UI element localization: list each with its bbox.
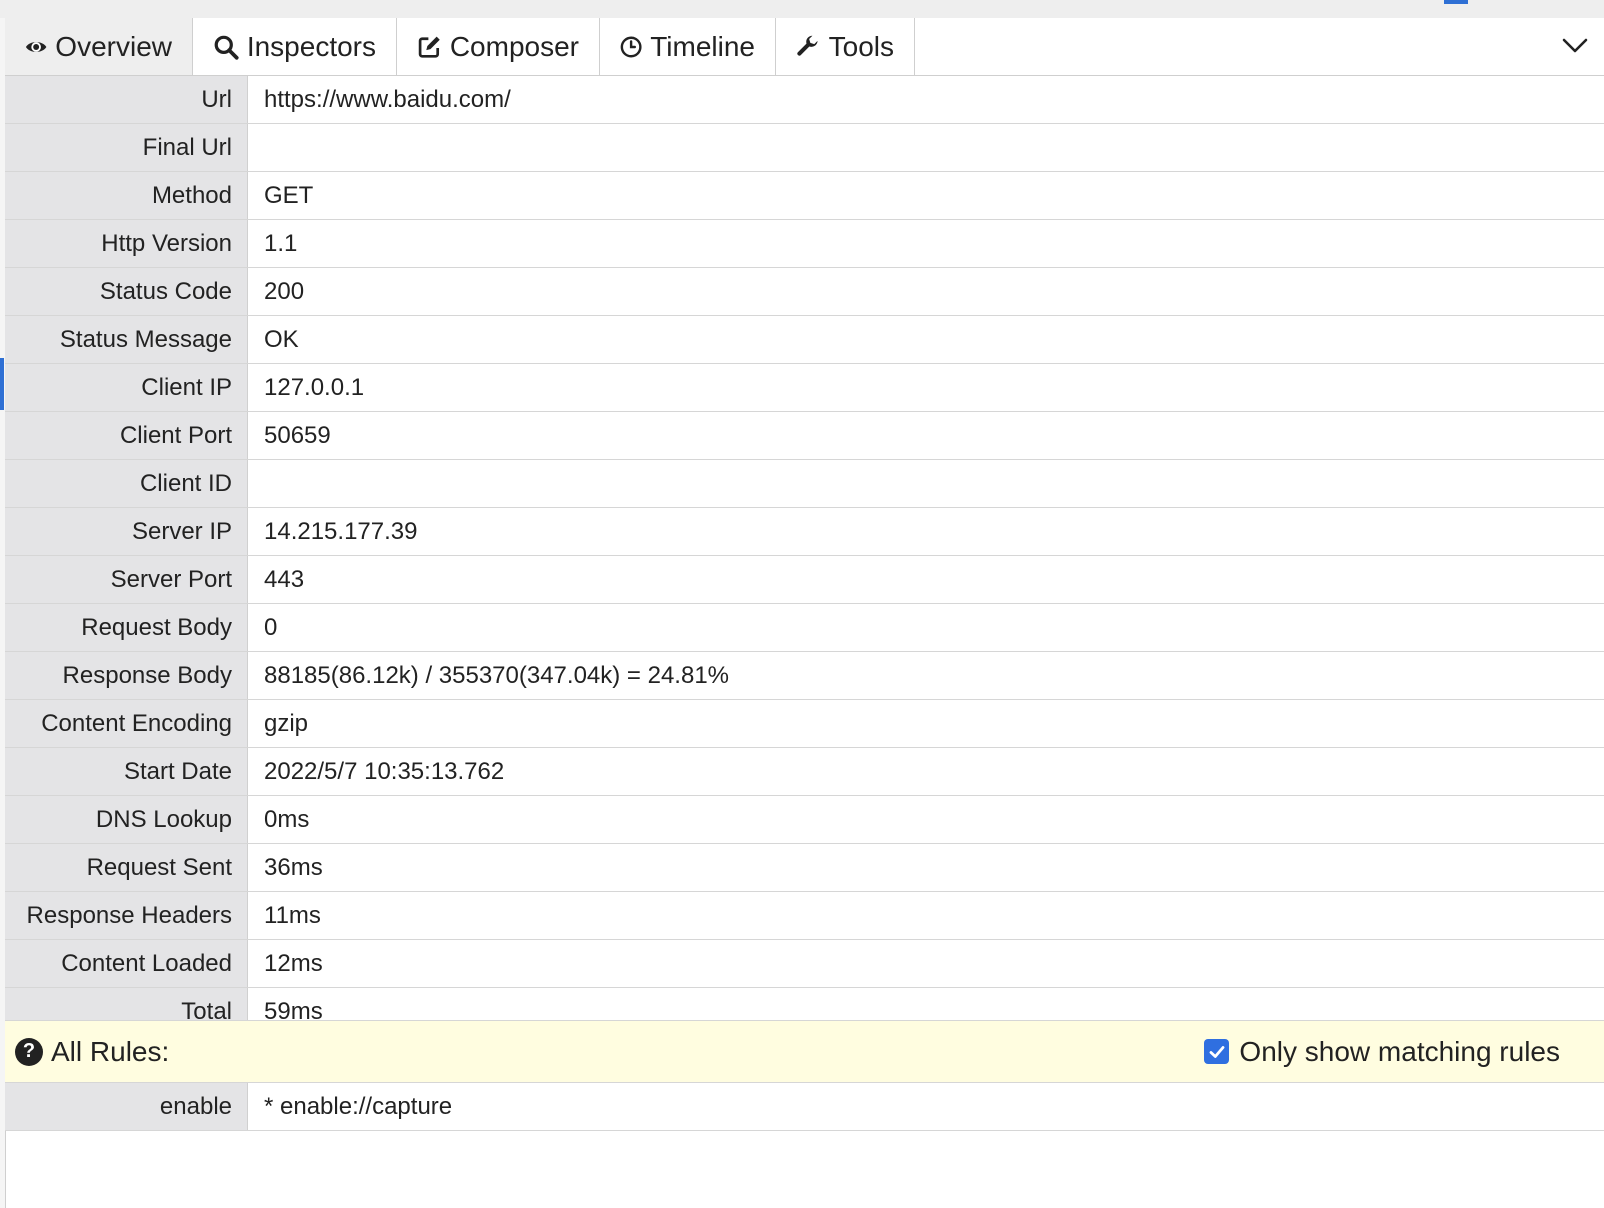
row-value: GET <box>264 182 314 209</box>
row-value <box>248 460 1604 507</box>
tab-label: Inspectors <box>246 30 376 62</box>
row-label: Content Loaded <box>5 940 248 987</box>
table-row: Status Code 200 <box>5 268 1604 316</box>
row-label: Response Headers <box>5 892 248 939</box>
table-row: Start Date 2022/5/7 10:35:13.762 <box>5 748 1604 796</box>
collapse-chevron-icon[interactable] <box>1560 30 1590 60</box>
table-row: Response Body 88185(86.12k) / 355370(347.… <box>5 652 1604 700</box>
table-row: Server IP 14.215.177.39 <box>5 508 1604 556</box>
row-label: Client Port <box>5 412 248 459</box>
row-label: Start Date <box>5 748 248 795</box>
row-value: OK <box>264 326 299 353</box>
wrench-icon <box>797 35 818 56</box>
row-value: 12ms <box>264 950 323 977</box>
row-label: Client IP <box>5 364 248 411</box>
row-label: Response Body <box>5 652 248 699</box>
only-matching-checkbox[interactable] <box>1204 1039 1230 1064</box>
row-label: Request Body <box>5 604 248 651</box>
tab-composer[interactable]: Composer <box>397 18 600 75</box>
row-label: Request Sent <box>5 844 248 891</box>
table-row: enable * enable://capture <box>5 1083 1604 1131</box>
tab-label: Composer <box>449 30 579 62</box>
row-label: DNS Lookup <box>5 796 248 843</box>
row-value: 88185(86.12k) / 355370(347.04k) = 24.81% <box>264 662 730 689</box>
question-circle-icon[interactable]: ? <box>15 1037 43 1066</box>
row-value: https://www.baidu.com/ <box>264 86 511 113</box>
toolbar-mini-icons <box>1444 0 1584 4</box>
row-label: Client ID <box>5 460 248 507</box>
table-row: Method GET <box>5 172 1604 220</box>
row-value: 127.0.0.1 <box>264 374 365 401</box>
table-row: Response Headers 11ms <box>5 892 1604 940</box>
table-row: Client Port 50659 <box>5 412 1604 460</box>
rules-table: enable * enable://capture <box>5 1083 1604 1131</box>
row-value: 200 <box>264 278 305 305</box>
table-row: Client IP 127.0.0.1 <box>5 364 1604 412</box>
table-row: Url https://www.baidu.com/ <box>5 76 1604 124</box>
tab-bar: Overview Inspectors Composer Timeline To… <box>5 18 1604 76</box>
row-label: enable <box>5 1083 248 1130</box>
table-row: Content Encoding gzip <box>5 700 1604 748</box>
table-row: Http Version 1.1 <box>5 220 1604 268</box>
toolbar-icon-fragment <box>1444 0 1468 4</box>
tab-label: Overview <box>55 30 172 62</box>
search-icon <box>214 35 239 60</box>
row-label: Method <box>5 172 248 219</box>
clock-icon <box>620 36 642 57</box>
row-value: 1.1 <box>264 230 298 257</box>
table-row: Content Loaded 12ms <box>5 940 1604 988</box>
row-label: Status Code <box>5 268 248 315</box>
tab-label: Tools <box>828 30 894 62</box>
tab-label: Timeline <box>650 30 755 62</box>
table-row: Request Sent 36ms <box>5 844 1604 892</box>
window-top-strip <box>0 0 1604 19</box>
row-value: 2022/5/7 10:35:13.762 <box>264 758 505 785</box>
tab-overview[interactable]: Overview <box>5 18 193 75</box>
row-label: Final Url <box>5 124 248 171</box>
row-label: Url <box>5 76 248 123</box>
row-value: gzip <box>264 710 309 737</box>
checkmark-icon <box>1209 1045 1225 1058</box>
table-row: Status Message OK <box>5 316 1604 364</box>
row-value: 50659 <box>264 422 331 449</box>
eye-icon <box>25 41 47 52</box>
row-value <box>248 124 1604 171</box>
row-label: Content Encoding <box>5 700 248 747</box>
selection-marker <box>0 358 4 410</box>
overview-table: Url https://www.baidu.com/Final Url Method… <box>5 76 1604 1036</box>
tab-tools[interactable]: Tools <box>776 18 915 75</box>
table-row: DNS Lookup 0ms <box>5 796 1604 844</box>
tab-inspectors[interactable]: Inspectors <box>193 18 397 75</box>
rules-title: All Rules: <box>51 1035 170 1067</box>
table-row: Client ID <box>5 460 1604 508</box>
only-matching-label: Only show matching rules <box>1239 1035 1560 1067</box>
rules-header: ? All Rules: Only show matching rules <box>5 1020 1604 1083</box>
row-value: 36ms <box>264 854 323 881</box>
tab-timeline[interactable]: Timeline <box>600 18 776 75</box>
table-row: Final Url <box>5 124 1604 172</box>
matching-rules-filter[interactable]: Only show matching rules <box>1204 1021 1560 1082</box>
row-value: * enable://capture <box>264 1093 453 1120</box>
row-label: Server IP <box>5 508 248 555</box>
table-row: Server Port 443 <box>5 556 1604 604</box>
row-label: Status Message <box>5 316 248 363</box>
row-value: 11ms <box>264 902 321 929</box>
row-value: 0ms <box>264 806 310 833</box>
row-label: Http Version <box>5 220 248 267</box>
edit-icon <box>418 36 440 58</box>
row-value: 443 <box>264 566 305 593</box>
row-value: 14.215.177.39 <box>264 518 418 545</box>
table-row: Request Body 0 <box>5 604 1604 652</box>
row-value: 0 <box>264 614 278 641</box>
row-label: Server Port <box>5 556 248 603</box>
